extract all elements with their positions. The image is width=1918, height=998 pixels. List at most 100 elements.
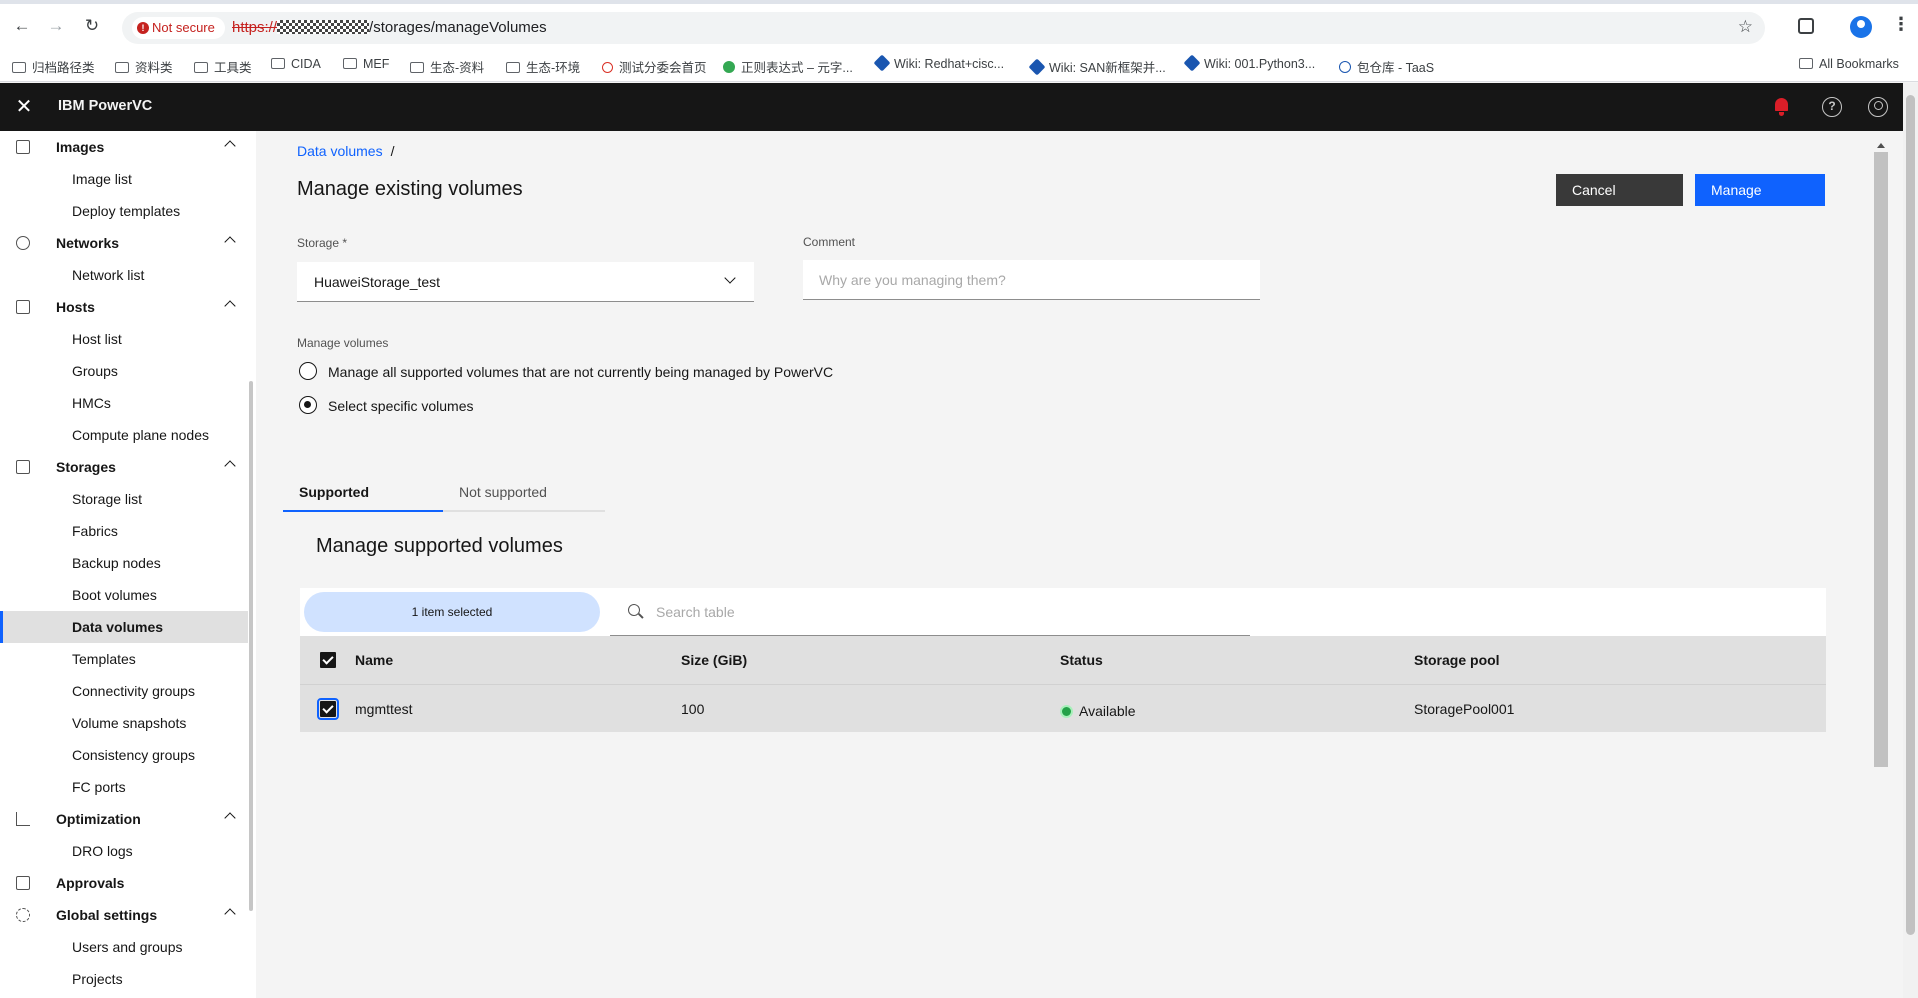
sidebar-item-fc-ports[interactable]: FC ports <box>0 771 248 803</box>
select-all-checkbox[interactable] <box>320 652 336 668</box>
extensions-icon[interactable] <box>1798 18 1814 34</box>
browser-menu-icon[interactable]: ⋮ <box>1892 14 1910 35</box>
sidebar-item-fabrics[interactable]: Fabrics <box>0 515 248 547</box>
gear-icon <box>16 908 30 922</box>
bookmarks-bar: 归档路径类 资料类 工具类 CIDA MEF 生态-资料 生态-环境 测试分委会… <box>0 48 1918 82</box>
sidebar-scrollbar[interactable] <box>249 381 253 911</box>
sidebar-item-network-list[interactable]: Network list <box>0 259 248 291</box>
tab-not-supported[interactable]: Not supported <box>443 476 605 512</box>
wiki-icon <box>1028 58 1046 76</box>
breadcrumb: Data volumes / <box>297 143 395 159</box>
bookmark-star-icon[interactable]: ☆ <box>1738 17 1753 37</box>
redacted-host <box>277 20 370 34</box>
column-header-storage-pool[interactable]: Storage pool <box>1414 652 1500 668</box>
bookmark-link[interactable]: 测试分委会首页 <box>602 57 707 76</box>
chevron-up-icon <box>224 300 236 312</box>
column-header-size[interactable]: Size (GiB) <box>681 652 747 668</box>
radio-button-checked[interactable] <box>299 396 317 414</box>
table-toolbar: 1 item selected <box>300 588 1826 636</box>
all-bookmarks[interactable]: All Bookmarks <box>1799 57 1899 71</box>
sidebar-item-hmcs[interactable]: HMCs <box>0 387 248 419</box>
chart-line-icon <box>16 812 30 826</box>
sidebar-item-templates[interactable]: Templates <box>0 643 248 675</box>
sidebar-item-boot-volumes[interactable]: Boot volumes <box>0 579 248 611</box>
cell-name: mgmttest <box>355 701 413 717</box>
bookmark-folder[interactable]: 归档路径类 <box>12 57 95 76</box>
sidebar-item-host-list[interactable]: Host list <box>0 323 248 355</box>
app-name: IBM PowerVC <box>58 98 153 114</box>
not-secure-badge[interactable]: ! Not secure <box>132 17 225 39</box>
sidebar-item-data-volumes[interactable]: Data volumes <box>0 611 248 643</box>
manage-button[interactable]: Manage <box>1695 174 1825 206</box>
storage-icon <box>16 460 30 474</box>
network-icon <box>16 236 30 250</box>
radio-button[interactable] <box>299 362 317 380</box>
status-available-icon <box>1060 705 1073 718</box>
sidebar-item-image-list[interactable]: Image list <box>0 163 248 195</box>
sidebar-item-projects[interactable]: Projects <box>0 963 248 995</box>
back-icon[interactable]: ← <box>12 16 32 36</box>
bookmark-folder[interactable]: 生态-资料 <box>410 57 484 76</box>
row-checkbox[interactable] <box>317 698 339 720</box>
tab-supported[interactable]: Supported <box>283 476 443 512</box>
main-scrollbar-thumb[interactable] <box>1874 152 1888 767</box>
side-navigation: Images Image list Deploy templates Netwo… <box>0 131 256 998</box>
sidebar-section-global-settings[interactable]: Global settings <box>0 899 248 931</box>
sidebar-item-connectivity-groups[interactable]: Connectivity groups <box>0 675 248 707</box>
bookmark-link[interactable]: Wiki: 001.Python3... <box>1183 54 1315 72</box>
bookmark-link[interactable]: 包仓库 - TaaS <box>1339 57 1434 76</box>
volume-tabs: Supported Not supported <box>283 476 605 512</box>
help-icon[interactable]: ? <box>1822 97 1842 117</box>
sidebar-section-hosts[interactable]: Hosts <box>0 291 248 323</box>
site-icon <box>1339 61 1351 73</box>
site-icon <box>723 61 735 73</box>
bookmark-link[interactable]: Wiki: SAN新框架并... <box>1028 57 1166 76</box>
manage-volumes-label: Manage volumes <box>297 336 389 350</box>
table-row[interactable]: mgmttest 100 Available StoragePool001 <box>300 684 1826 732</box>
sidebar-item-dro-logs[interactable]: DRO logs <box>0 835 248 867</box>
chevron-up-icon <box>224 812 236 824</box>
page-scrollbar-thumb[interactable] <box>1906 95 1915 935</box>
sidebar-section-images[interactable]: Images <box>0 131 248 163</box>
sidebar-section-storages[interactable]: Storages <box>0 451 248 483</box>
profile-avatar[interactable] <box>1850 16 1872 38</box>
bookmark-folder[interactable]: 生态-环境 <box>506 57 580 76</box>
breadcrumb-data-volumes-link[interactable]: Data volumes <box>297 143 383 159</box>
user-profile-icon[interactable] <box>1868 97 1888 117</box>
storage-select[interactable]: HuaweiStorage_test <box>297 262 754 302</box>
sidebar-item-groups[interactable]: Groups <box>0 355 248 387</box>
bookmark-link[interactable]: Wiki: Redhat+cisc... <box>873 54 1004 72</box>
address-bar[interactable]: ! Not secure https:///storages/manageVol… <box>122 12 1765 44</box>
sidebar-item-deploy-templates[interactable]: Deploy templates <box>0 195 248 227</box>
sidebar-item-backup-nodes[interactable]: Backup nodes <box>0 547 248 579</box>
storage-label: Storage * <box>297 236 348 250</box>
forward-icon[interactable]: → <box>46 16 66 36</box>
notification-bell-icon[interactable] <box>1772 97 1792 117</box>
bookmark-folder[interactable]: MEF <box>343 57 389 71</box>
sidebar-item-consistency-groups[interactable]: Consistency groups <box>0 739 248 771</box>
page-title: Manage existing volumes <box>297 178 523 200</box>
sidebar-item-storage-list[interactable]: Storage list <box>0 483 248 515</box>
url-text[interactable]: https:///storages/manageVolumes <box>232 19 547 36</box>
sidebar-section-optimization[interactable]: Optimization <box>0 803 248 835</box>
folder-icon <box>1799 58 1813 69</box>
cancel-button[interactable]: Cancel <box>1556 174 1683 206</box>
bookmark-folder[interactable]: CIDA <box>271 57 321 71</box>
sidebar-item-users-and-groups[interactable]: Users and groups <box>0 931 248 963</box>
column-header-status[interactable]: Status <box>1060 652 1103 668</box>
chevron-up-icon <box>224 236 236 248</box>
close-menu-icon[interactable]: ✕ <box>14 93 34 121</box>
reload-icon[interactable]: ↻ <box>82 16 102 36</box>
sidebar-section-networks[interactable]: Networks <box>0 227 248 259</box>
comment-input[interactable] <box>803 260 1260 300</box>
bookmark-link[interactable]: 正则表达式 – 元字... <box>723 57 853 76</box>
bookmark-folder[interactable]: 工具类 <box>194 57 252 76</box>
bookmark-folder[interactable]: 资料类 <box>115 57 173 76</box>
sidebar-section-approvals[interactable]: Approvals <box>0 867 248 899</box>
search-input[interactable] <box>610 588 1250 636</box>
scroll-up-arrow-icon[interactable] <box>1877 143 1885 148</box>
folder-icon <box>410 62 424 73</box>
sidebar-item-volume-snapshots[interactable]: Volume snapshots <box>0 707 248 739</box>
column-header-name[interactable]: Name <box>355 652 393 668</box>
sidebar-item-compute-plane-nodes[interactable]: Compute plane nodes <box>0 419 248 451</box>
